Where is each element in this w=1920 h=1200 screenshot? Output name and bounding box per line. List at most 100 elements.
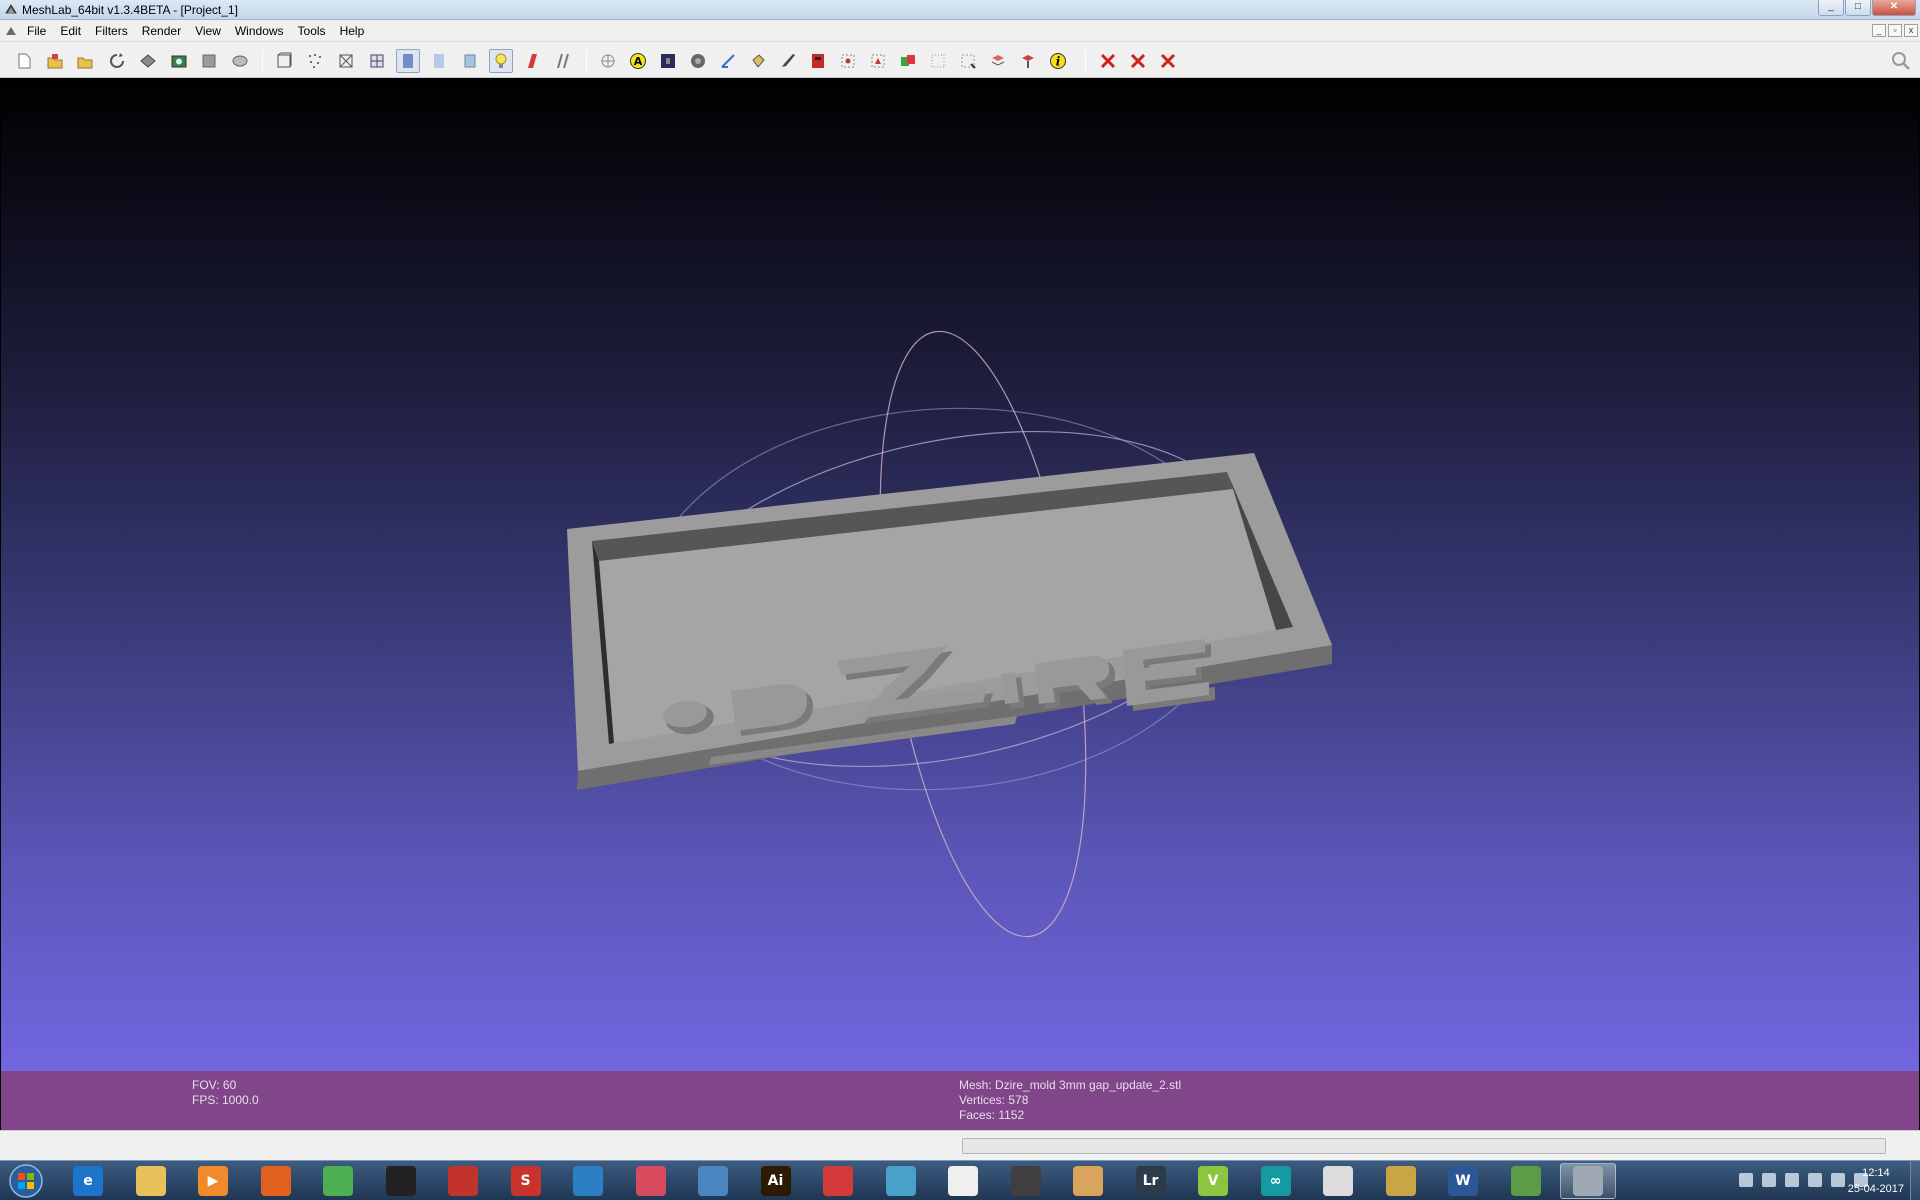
taskbar-app-button[interactable] [873, 1163, 929, 1199]
taskbar-app-button[interactable]: ▶ [185, 1163, 241, 1199]
taskbar-app-button[interactable] [123, 1163, 179, 1199]
keyboard-tray-icon[interactable] [1739, 1173, 1753, 1187]
chrome-icon [323, 1166, 353, 1196]
taskbar-app-button[interactable] [998, 1163, 1054, 1199]
hidden-lines-icon[interactable] [365, 49, 389, 73]
wireframe-icon[interactable] [334, 49, 358, 73]
taskbar-app-button[interactable] [685, 1163, 741, 1199]
new-project-icon[interactable] [12, 49, 36, 73]
maximize-button[interactable]: □ [1845, 0, 1871, 16]
app-chart-icon [1510, 1166, 1541, 1196]
taskbar-app-button[interactable]: S [498, 1163, 554, 1199]
taskbar-app-button[interactable]: Lr [1123, 1163, 1179, 1199]
taskbar-app-button[interactable] [1498, 1163, 1554, 1199]
taskbar-app-button[interactable]: Ai [748, 1163, 804, 1199]
taskbar-app-button[interactable] [810, 1163, 866, 1199]
document-menu-icon[interactable] [4, 24, 18, 38]
delete-vertices-icon[interactable] [1126, 49, 1150, 73]
mdi-minimize-button[interactable]: _ [1872, 24, 1886, 37]
mdi-close-button[interactable]: x [1904, 24, 1918, 37]
measure-icon[interactable] [716, 49, 740, 73]
menu-file[interactable]: File [22, 20, 55, 42]
action-center-flag-icon[interactable] [1785, 1173, 1799, 1187]
menu-edit[interactable]: Edit [55, 20, 90, 42]
taskbar-app-button[interactable] [623, 1163, 679, 1199]
3d-viewport[interactable] [1, 79, 1919, 1071]
svg-text:i: i [1056, 55, 1061, 69]
menu-view[interactable]: View [190, 20, 230, 42]
taskbar-app-button[interactable] [373, 1163, 429, 1199]
bounding-box-icon[interactable] [272, 49, 296, 73]
minimize-button[interactable]: _ [1818, 0, 1844, 16]
select-color-icon[interactable] [896, 49, 920, 73]
info-icon[interactable]: i [1046, 49, 1070, 73]
texture-icon[interactable] [458, 49, 482, 73]
mesh-scene[interactable] [1, 79, 1919, 1071]
snapshot-icon[interactable] [167, 49, 191, 73]
double-side-icon[interactable] [520, 49, 544, 73]
taskbar-app-button[interactable] [1310, 1163, 1366, 1199]
meshlab-app-icon[interactable] [4, 3, 18, 17]
annotate-icon[interactable]: A [626, 49, 650, 73]
fancy-light-icon[interactable] [551, 49, 575, 73]
layers-stack-icon[interactable] [228, 49, 252, 73]
taskbar-app-button[interactable] [1060, 1163, 1116, 1199]
dropbox-tray-icon[interactable] [1808, 1173, 1822, 1187]
windows-taskbar: e ▶ S Ai Lr V ∞ W 12:14 25-04-2017 [0, 1160, 1920, 1200]
app-green-v-icon: V [1198, 1166, 1228, 1196]
import-mesh-icon[interactable] [73, 49, 97, 73]
taskbar-app-button[interactable] [1560, 1163, 1616, 1199]
manipulator-icon[interactable] [596, 49, 620, 73]
smooth-shading-icon[interactable] [427, 49, 451, 73]
edit-paint-icon[interactable] [1016, 49, 1040, 73]
menu-help[interactable]: Help [335, 20, 374, 42]
app-pink-cube-icon [635, 1166, 666, 1196]
start-button[interactable] [6, 1163, 46, 1199]
mold-mesh[interactable] [567, 453, 1332, 790]
app-presentation-icon [1323, 1166, 1353, 1196]
menu-render[interactable]: Render [137, 20, 190, 42]
layer-icon[interactable] [197, 49, 221, 73]
z-painting-icon[interactable] [986, 49, 1010, 73]
close-button[interactable]: ✕ [1872, 0, 1916, 16]
reload-icon[interactable] [105, 49, 129, 73]
taskbar-app-button[interactable] [435, 1163, 491, 1199]
light-bulb-icon[interactable] [489, 49, 513, 73]
menu-tools[interactable]: Tools [293, 20, 335, 42]
open-project-icon[interactable] [43, 49, 67, 73]
paint-bucket-icon[interactable] [746, 49, 770, 73]
taskbar-app-button[interactable]: V [1185, 1163, 1241, 1199]
flat-shading-icon[interactable] [396, 49, 420, 73]
brush-icon[interactable] [776, 49, 800, 73]
taskbar-app-button[interactable] [248, 1163, 304, 1199]
delete-selection-icon[interactable] [1096, 49, 1120, 73]
taskbar-app-button[interactable] [310, 1163, 366, 1199]
raster-icon[interactable] [656, 49, 680, 73]
taskbar-clock[interactable]: 12:14 25-04-2017 [1848, 1165, 1904, 1197]
select-faces-icon[interactable] [866, 49, 890, 73]
media-player-icon: ▶ [198, 1166, 228, 1196]
taskbar-app-button[interactable] [560, 1163, 616, 1199]
select-rect-icon[interactable] [956, 49, 980, 73]
points-icon[interactable] [303, 49, 327, 73]
taskbar-app-button[interactable] [935, 1163, 991, 1199]
delete-faces-icon[interactable] [1156, 49, 1180, 73]
meshlab-taskbar-icon [1573, 1166, 1603, 1196]
show-desktop-button[interactable] [1910, 1161, 1920, 1200]
mdi-restore-button[interactable]: ▫ [1888, 24, 1902, 37]
align-icon[interactable] [686, 49, 710, 73]
paint-red-icon[interactable] [806, 49, 830, 73]
taskbar-app-button[interactable]: W [1435, 1163, 1491, 1199]
info-bar: FOV: 60 FPS: 1000.0 Mesh: Dzire_mold 3mm… [1, 1071, 1919, 1130]
network-tray-icon[interactable] [1831, 1173, 1845, 1187]
menu-filters[interactable]: Filters [90, 20, 137, 42]
taskbar-app-button[interactable] [1373, 1163, 1429, 1199]
export-mesh-icon[interactable] [136, 49, 160, 73]
taskbar-app-button[interactable]: e [60, 1163, 116, 1199]
menu-windows[interactable]: Windows [230, 20, 293, 42]
search-icon[interactable] [1890, 50, 1912, 72]
select-connected-icon[interactable] [926, 49, 950, 73]
select-vertices-icon[interactable] [836, 49, 860, 73]
show-hidden-icons-icon[interactable] [1762, 1173, 1776, 1187]
taskbar-app-button[interactable]: ∞ [1248, 1163, 1304, 1199]
